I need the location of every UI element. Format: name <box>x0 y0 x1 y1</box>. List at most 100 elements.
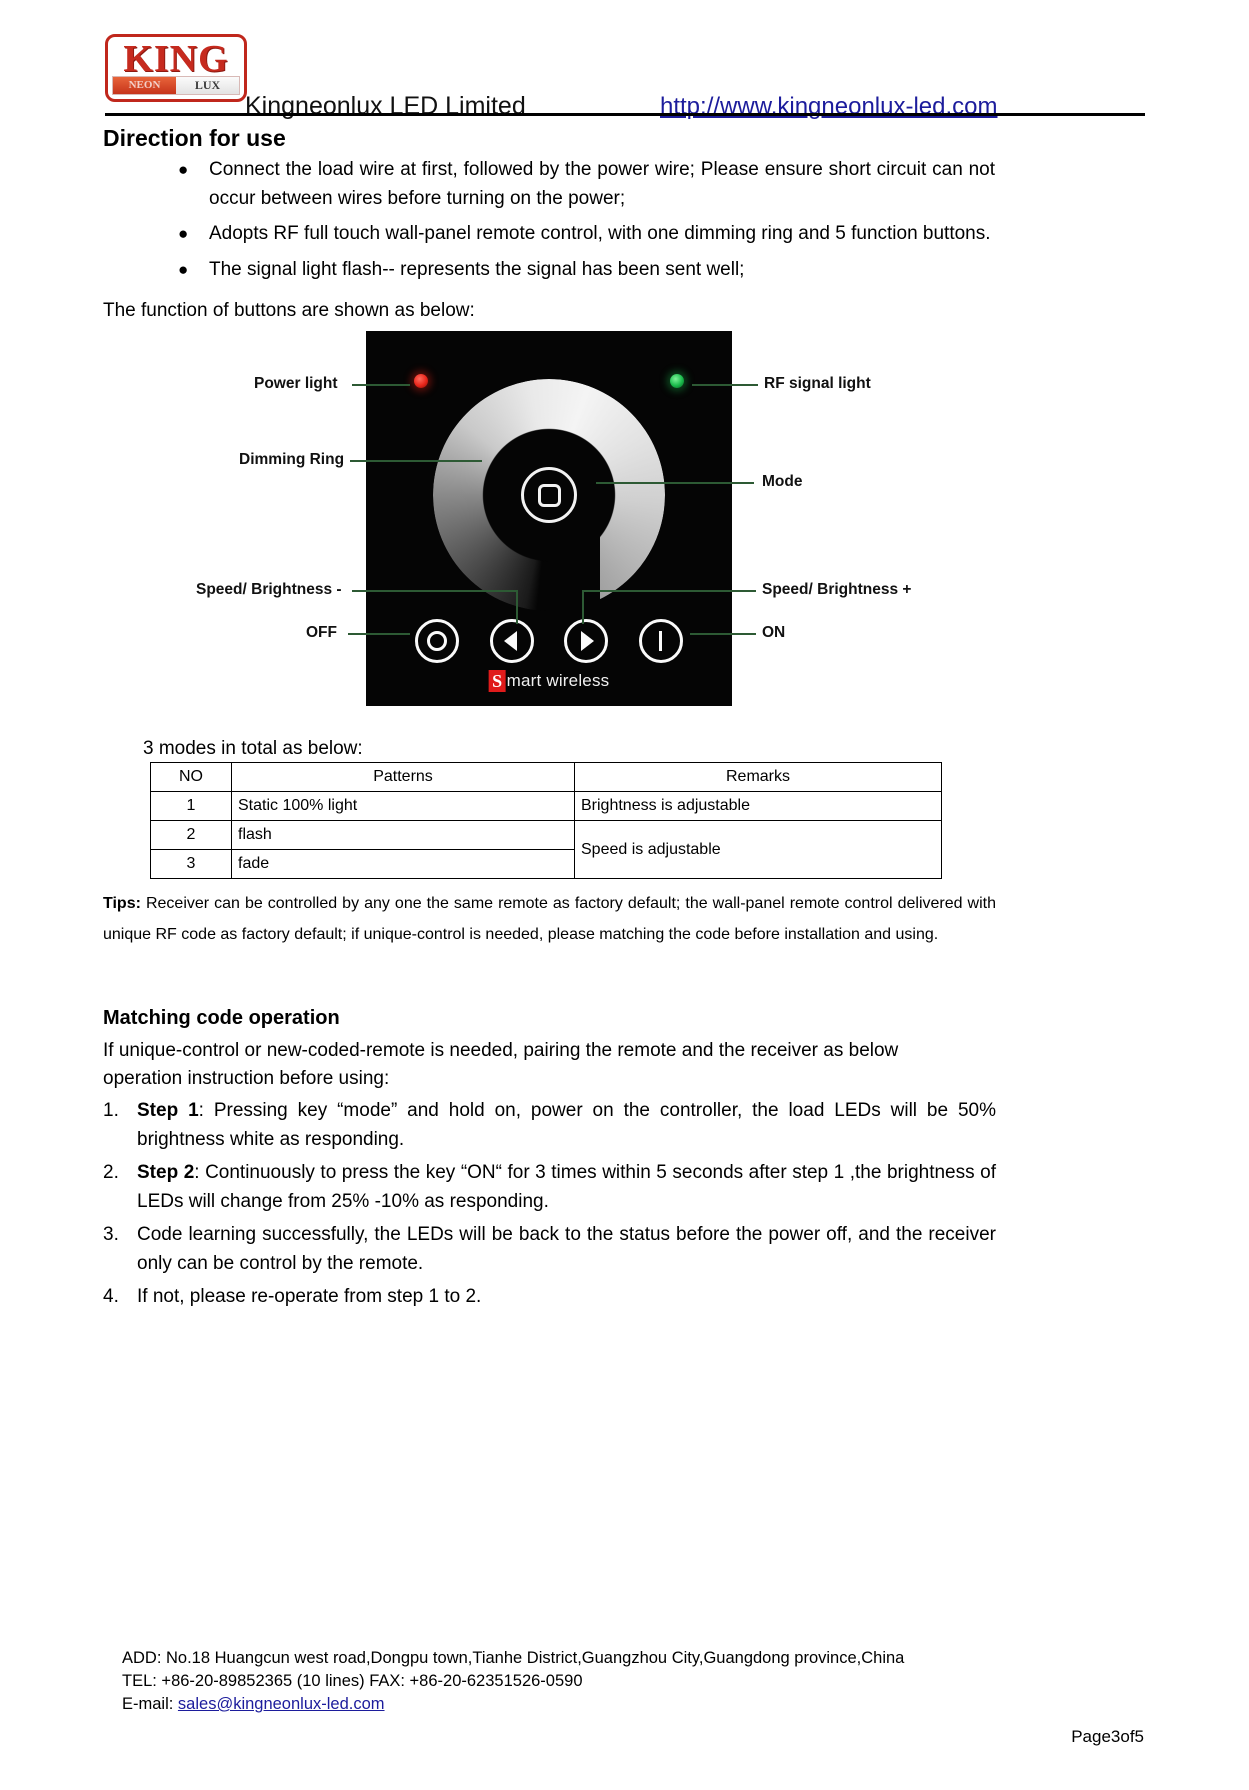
leader-speed-brightness-minus-h <box>352 590 518 592</box>
direction-bullet-list: ● Connect the load wire at first, follow… <box>175 155 995 291</box>
section-title-direction: Direction for use <box>103 125 286 151</box>
leader-power-light <box>352 384 410 386</box>
logo-neon-tag: NEON <box>113 77 176 94</box>
table-cell-remark: Brightness is adjustable <box>574 791 942 821</box>
company-logo: KING NEON LUX <box>105 34 247 102</box>
matching-steps-list: 1. Step 1: Pressing key “mode” and hold … <box>103 1096 996 1315</box>
page-footer: ADD: No.18 Huangcun west road,Dongpu tow… <box>122 1647 1082 1716</box>
step-number: 3. <box>103 1224 119 1245</box>
device-diagram: Smart wireless <box>366 331 732 706</box>
company-name: Kingneonlux LED Limited <box>245 92 526 120</box>
brand-text: mart wireless <box>506 671 610 690</box>
step-number: 1. <box>103 1100 119 1121</box>
callout-on: ON <box>762 624 786 641</box>
step-number: 4. <box>103 1286 119 1307</box>
bullet-text: Adopts RF full touch wall-panel remote c… <box>209 223 991 244</box>
leader-speed-brightness-plus-v <box>582 590 584 624</box>
website-url-link[interactable]: http://www.kingneonlux-led.com <box>660 93 998 121</box>
footer-email-line: E-mail: sales@kingneonlux-led.com <box>122 1693 1082 1716</box>
step-bold-label: Step 1 <box>137 1100 199 1121</box>
logo-king-text: KING <box>123 38 229 80</box>
callout-rf-signal-light: RF signal light <box>764 375 871 392</box>
on-button-icon[interactable] <box>638 619 683 663</box>
modes-caption: 3 modes in total as below: <box>143 738 363 759</box>
footer-phone: TEL: +86-20-89852365 (10 lines) FAX: +86… <box>122 1672 583 1690</box>
tips-label: Tips: <box>103 895 141 912</box>
leader-off <box>348 633 410 635</box>
leader-rf-signal-light <box>692 384 758 386</box>
header-divider <box>105 113 1145 116</box>
table-cell-remark-merged: Speed is adjustable <box>574 820 942 879</box>
tips-body: Receiver can be controlled by any one th… <box>103 895 996 943</box>
list-item: ● Connect the load wire at first, follow… <box>175 155 995 213</box>
table-header-no: NO <box>150 762 232 792</box>
callout-off: OFF <box>306 624 337 641</box>
list-item: 4. If not, please re-operate from step 1… <box>103 1282 996 1311</box>
table-cell-pattern: flash <box>231 820 575 850</box>
step-text: Step 1: Pressing key “mode” and hold on,… <box>137 1096 996 1154</box>
table-header-remarks: Remarks <box>574 762 942 792</box>
list-item: ● Adopts RF full touch wall-panel remote… <box>175 219 995 249</box>
table-cell-pattern: fade <box>231 849 575 879</box>
smart-wireless-brand: Smart wireless <box>488 670 610 692</box>
leader-on <box>690 633 756 635</box>
page-header: KING NEON LUX Kingneonlux LED Limited ht… <box>105 30 1105 120</box>
callout-mode: Mode <box>762 473 803 490</box>
matching-intro-line1: If unique-control or new-coded-remote is… <box>103 1040 899 1061</box>
page-number: Page3of5 <box>1071 1727 1144 1746</box>
matching-intro: If unique-control or new-coded-remote is… <box>103 1037 983 1093</box>
bullet-dot-icon: ● <box>178 160 189 179</box>
logo-lux-tag: LUX <box>176 77 239 94</box>
logo-tag-bar: NEON LUX <box>112 76 240 95</box>
callout-power-light: Power light <box>254 375 338 392</box>
footer-email-link[interactable]: sales@kingneonlux-led.com <box>178 1695 385 1713</box>
document-page: KING NEON LUX Kingneonlux LED Limited ht… <box>0 0 1249 1790</box>
callout-dimming-ring: Dimming Ring <box>239 451 345 468</box>
leader-speed-brightness-plus-h <box>582 590 756 592</box>
bullet-dot-icon: ● <box>178 224 189 243</box>
list-item: 2. Step 2: Continuously to press the key… <box>103 1158 996 1216</box>
table-cell-no: 2 <box>150 820 232 850</box>
table-row: 2 flash Speed is adjustable <box>150 820 942 879</box>
table-row: 1 Static 100% light Brightness is adjust… <box>150 791 942 821</box>
leader-mode <box>596 482 754 484</box>
table-header-row: NO Patterns Remarks <box>150 762 942 792</box>
tips-paragraph: Tips: Receiver can be controlled by any … <box>103 888 996 950</box>
step-bold-label: Step 2 <box>137 1162 195 1183</box>
list-item: 3. Code learning successfully, the LEDs … <box>103 1220 996 1278</box>
step-rest: Code learning successfully, the LEDs wil… <box>137 1224 996 1274</box>
step-text: If not, please re-operate from step 1 to… <box>137 1282 996 1311</box>
step-rest: If not, please re-operate from step 1 to… <box>137 1286 482 1307</box>
table-header-patterns: Patterns <box>231 762 575 792</box>
step-rest: : Pressing key “mode” and hold on, power… <box>137 1100 996 1150</box>
step-text: Code learning successfully, the LEDs wil… <box>137 1220 996 1278</box>
step-number: 2. <box>103 1162 119 1183</box>
power-light-led-icon <box>414 374 428 388</box>
mode-button-icon[interactable] <box>521 467 577 523</box>
table-cell-pattern: Static 100% light <box>231 791 575 821</box>
rf-signal-light-led-icon <box>670 374 684 388</box>
table-cell-no: 3 <box>150 849 232 879</box>
leader-speed-brightness-minus-v <box>516 590 518 624</box>
step-rest: : Continuously to press the key “ON“ for… <box>137 1162 996 1212</box>
footer-address: ADD: No.18 Huangcun west road,Dongpu tow… <box>122 1649 905 1667</box>
list-item: 1. Step 1: Pressing key “mode” and hold … <box>103 1096 996 1154</box>
section-title-matching: Matching code operation <box>103 1007 340 1029</box>
bullet-text: Connect the load wire at first, followed… <box>209 159 995 209</box>
speed-brightness-minus-button-icon[interactable] <box>489 619 534 663</box>
table-cell-no: 1 <box>150 791 232 821</box>
callout-speed-brightness-plus: Speed/ Brightness + <box>762 581 912 598</box>
off-button-icon[interactable] <box>415 619 459 663</box>
footer-email-label: E-mail: <box>122 1695 178 1713</box>
touch-panel-body: Smart wireless <box>366 331 732 706</box>
list-item: ● The signal light flash-- represents th… <box>175 255 995 285</box>
step-text: Step 2: Continuously to press the key “O… <box>137 1158 996 1216</box>
function-button-row <box>415 619 683 663</box>
bullet-dot-icon: ● <box>178 260 189 279</box>
brand-s-icon: S <box>488 670 506 692</box>
function-of-buttons-line: The function of buttons are shown as bel… <box>103 300 475 321</box>
leader-dimming-ring <box>350 460 482 462</box>
speed-brightness-plus-button-icon[interactable] <box>564 619 609 663</box>
matching-intro-line2: operation instruction before using: <box>103 1068 390 1089</box>
dimming-ring-area[interactable] <box>433 379 665 615</box>
